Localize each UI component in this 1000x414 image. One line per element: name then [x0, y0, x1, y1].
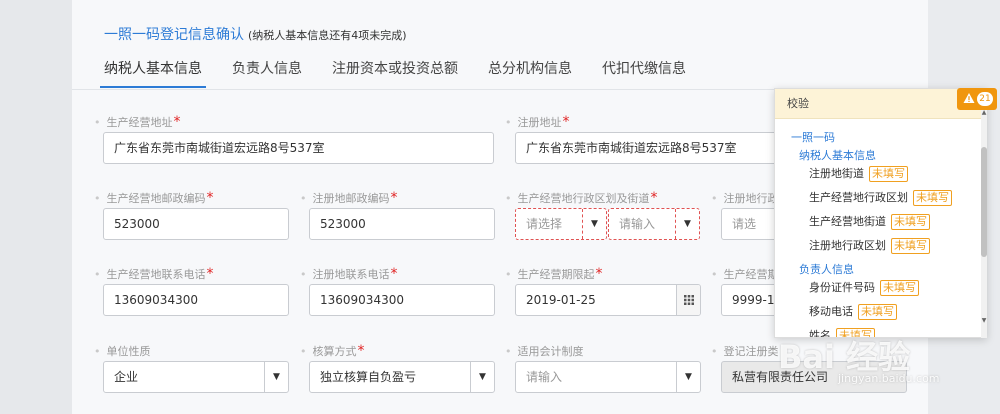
scroll-down-icon[interactable]: ▼ [981, 317, 987, 325]
prod-period-input[interactable]: 2019-01-25 [515, 284, 701, 316]
reg-type-input: 私营有限责任公司 [721, 361, 907, 393]
validation-group[interactable]: 纳税人基本信息 [799, 147, 876, 163]
reg-address-label: • 注册地址* [505, 114, 570, 130]
unfilled-badge: 未填写 [858, 304, 897, 320]
reg-phone-label: • 注册地联系电话* [300, 266, 398, 282]
accounting-method-select[interactable]: 独立核算自负盈亏 ▼ [309, 361, 495, 393]
validation-item[interactable]: 注册地行政区划 未填写 [809, 237, 930, 254]
tab-withholding-info[interactable]: 代扣代缴信息 [598, 58, 690, 88]
prod-postcode-label: • 生产经营地邮政编码* [94, 190, 214, 206]
reg-address-input[interactable]: 广东省东莞市南城街道宏远路8号537室 [515, 132, 785, 164]
page-title-text: 一照一码登记信息确认 [104, 27, 244, 43]
chevron-down-icon[interactable]: ▼ [264, 362, 288, 392]
tab-responsible-person[interactable]: 负责人信息 [228, 58, 306, 88]
accounting-system-label: • 适用会计制度 [505, 345, 584, 358]
unit-nature-value: 企业 [114, 370, 139, 384]
validation-group[interactable]: 负责人信息 [799, 261, 854, 277]
unfilled-badge: 未填写 [869, 166, 908, 182]
prod-street-input[interactable]: 请输入 ▼ [608, 208, 700, 240]
chevron-down-icon[interactable]: ▼ [470, 362, 494, 392]
reg-phone-input[interactable]: 13609034300 [309, 284, 495, 316]
tab-taxpayer-basic-info[interactable]: 纳税人基本信息 [100, 58, 206, 88]
validation-item[interactable]: 身份证件号码 未填写 [809, 279, 919, 296]
validation-item[interactable]: 生产经营地街道 未填写 [809, 213, 930, 230]
calendar-icon[interactable] [676, 285, 700, 315]
prod-address-input[interactable]: 广东省东莞市南城街道宏远路8号537室 [103, 132, 494, 164]
scroll-thumb[interactable] [981, 147, 987, 257]
validation-root[interactable]: 一照一码 [791, 129, 835, 145]
accounting-system-placeholder: 请输入 [526, 370, 563, 384]
accounting-method-value: 独立核算自负盈亏 [320, 370, 417, 384]
chevron-down-icon[interactable]: ▼ [675, 209, 699, 239]
prod-address-label: • 生产经营地址* [94, 114, 181, 130]
warning-count: 21 [977, 92, 993, 106]
chevron-down-icon[interactable]: ▼ [582, 209, 606, 239]
tab-branch-info[interactable]: 总分机构信息 [484, 58, 576, 88]
page-gutter-left [0, 0, 72, 414]
validation-scrollbar[interactable]: ▲ ▼ [981, 89, 987, 338]
unit-nature-select[interactable]: 企业 ▼ [103, 361, 289, 393]
prod-street-placeholder: 请输入 [619, 217, 656, 231]
prod-district-select-placeholder: 请选择 [526, 217, 563, 231]
unit-nature-label: • 单位性质 [94, 345, 151, 358]
page-subtitle: (纳税人基本信息还有4项未完成) [248, 29, 407, 42]
reg-postcode-input[interactable]: 523000 [309, 208, 495, 240]
chevron-down-icon[interactable]: ▼ [676, 362, 700, 392]
accounting-method-label: • 核算方式* [300, 343, 365, 359]
validation-list: 一照一码 纳税人基本信息 注册地街道 未填写 生产经营地行政区划 未填写 生产经营地… [775, 119, 986, 337]
tab-registered-capital[interactable]: 注册资本或投资总额 [328, 58, 462, 88]
reg-district-label: • 注册地行政 [711, 192, 779, 205]
prod-phone-label: • 生产经营地联系电话* [94, 266, 214, 282]
prod-phone-input[interactable]: 13609034300 [103, 284, 289, 316]
prod-postcode-input[interactable]: 523000 [103, 208, 289, 240]
unfilled-badge: 未填写 [913, 190, 952, 206]
validation-panel: 校验 一照一码 纳税人基本信息 注册地街道 未填写 生产经营地行政区划 未填写 生产… [774, 88, 987, 338]
reg-postcode-label: • 注册地邮政编码* [300, 190, 398, 206]
unfilled-badge: 未填写 [891, 238, 930, 254]
validation-warning-button[interactable]: 21 [957, 88, 997, 110]
unfilled-badge: 未填写 [880, 280, 919, 296]
validation-panel-title: 校验 [775, 89, 986, 119]
unfilled-badge: 未填写 [891, 214, 930, 230]
prod-period-end-label: • 生产经营期 [711, 268, 779, 281]
unfilled-badge: 未填写 [836, 328, 875, 337]
validation-item[interactable]: 生产经营地行政区划 未填写 [809, 189, 952, 206]
tab-bar: 纳税人基本信息 负责人信息 注册资本或投资总额 总分机构信息 代扣代缴信息 [100, 58, 712, 88]
scroll-up-icon[interactable]: ▲ [981, 109, 987, 117]
reg-type-label: • 登记注册类 [711, 345, 779, 358]
validation-item[interactable]: 移动电话 未填写 [809, 303, 897, 320]
prod-period-label: • 生产经营期限起* [505, 266, 603, 282]
accounting-system-select[interactable]: 请输入 ▼ [515, 361, 701, 393]
validation-item[interactable]: 注册地街道 未填写 [809, 165, 908, 182]
validation-item[interactable]: 姓名 未填写 [809, 327, 875, 337]
warning-icon [963, 93, 975, 103]
prod-district-select[interactable]: 请选择 ▼ [515, 208, 607, 240]
prod-period-value: 2019-01-25 [526, 293, 596, 307]
prod-district-label: • 生产经营地行政区划及街道* [505, 190, 658, 206]
page-title: 一照一码登记信息确认 (纳税人基本信息还有4项未完成) [104, 24, 407, 44]
